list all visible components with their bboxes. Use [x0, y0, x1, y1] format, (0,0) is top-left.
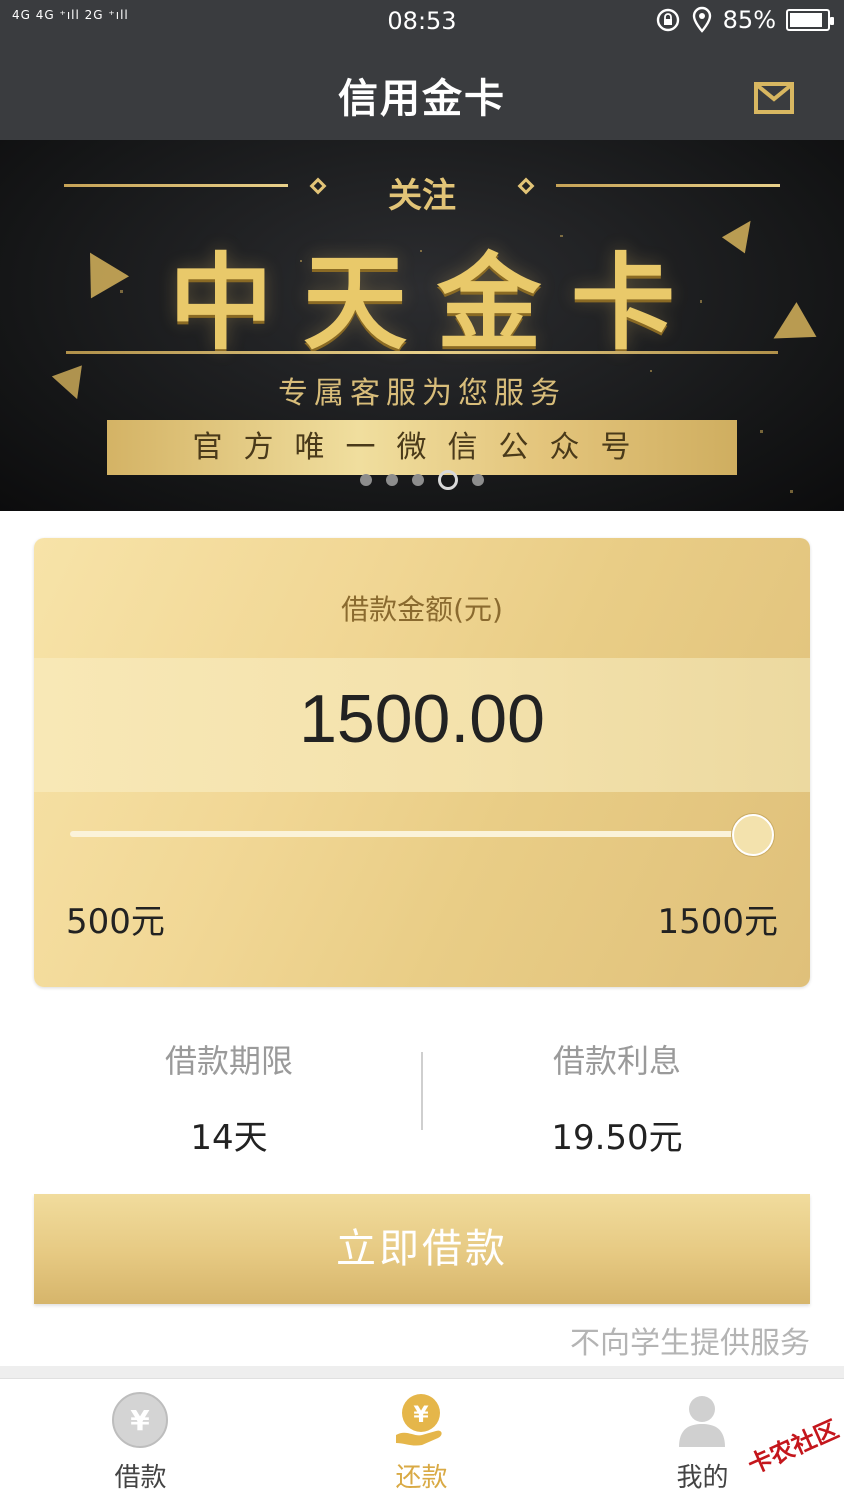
loan-amount-label: 借款金额(元): [341, 593, 503, 626]
svg-text:¥: ¥: [413, 1403, 429, 1428]
carousel-dot[interactable]: [472, 474, 484, 486]
loan-amount-value: 1500.00: [299, 681, 545, 757]
divider: [0, 1366, 844, 1378]
yen-hand-icon: ¥: [396, 1394, 442, 1446]
amount-max-label: 1500元: [657, 902, 778, 942]
loan-term-value: 14天: [190, 1118, 268, 1158]
carousel-dot[interactable]: [386, 474, 398, 486]
banner-headline: 中天金卡: [168, 242, 705, 364]
deco-line: [66, 351, 778, 354]
loan-interest-value: 19.50元: [551, 1118, 683, 1158]
loan-term[interactable]: 借款期限 14天: [34, 1036, 424, 1159]
nav-item-repay[interactable]: ¥ 还款: [281, 1379, 562, 1501]
amount-slider-thumb[interactable]: [732, 814, 774, 856]
amount-slider-track[interactable]: [70, 831, 754, 837]
user-icon: [679, 1396, 725, 1447]
mail-icon[interactable]: [754, 82, 794, 114]
loan-interest: 借款利息 19.50元: [422, 1036, 812, 1159]
app-header: 信用金卡: [0, 44, 844, 140]
banner-follow-text: 关注: [388, 176, 456, 216]
bottom-nav: ¥ 借款 ¥ 还款 我的: [0, 1378, 844, 1500]
carousel-dot-active[interactable]: [438, 470, 458, 490]
page-title: 信用金卡: [338, 75, 506, 122]
nav-label-borrow: 借款: [114, 1463, 167, 1493]
location-icon: [692, 6, 711, 33]
carousel-indicator[interactable]: [0, 470, 844, 490]
banner-strip: 官方唯一微信公众号: [107, 420, 737, 475]
loan-interest-title: 借款利息: [552, 1042, 681, 1080]
status-bar: 4G 4G ⁺ıll 2G ⁺ıll 08:53 85%: [0, 0, 844, 44]
banner-subtitle: 专属客服为您服务: [278, 376, 566, 411]
promo-banner[interactable]: 关注 中天金卡 专属客服为您服务 官方唯一微信公众号: [0, 140, 844, 511]
yen-circle-icon: ¥: [112, 1392, 168, 1448]
svg-text:¥: ¥: [130, 1404, 150, 1437]
nav-label-mine: 我的: [676, 1463, 729, 1493]
student-notice: 不向学生提供服务: [570, 1326, 810, 1361]
battery-percent: 85%: [722, 6, 776, 34]
nav-item-borrow[interactable]: ¥ 借款: [0, 1379, 281, 1501]
nav-label-repay: 还款: [395, 1463, 448, 1493]
rotation-lock-icon: [656, 8, 679, 32]
amount-min-label: 500元: [66, 902, 165, 942]
loan-amount-card: 借款金额(元) 1500.00 500元 1500元: [34, 538, 810, 987]
amount-band: 1500.00: [34, 658, 810, 792]
battery-icon: [786, 9, 834, 31]
borrow-now-button[interactable]: 立即借款: [34, 1194, 810, 1304]
carousel-dot[interactable]: [360, 474, 372, 486]
loan-term-title: 借款期限: [164, 1042, 293, 1080]
carousel-dot[interactable]: [412, 474, 424, 486]
